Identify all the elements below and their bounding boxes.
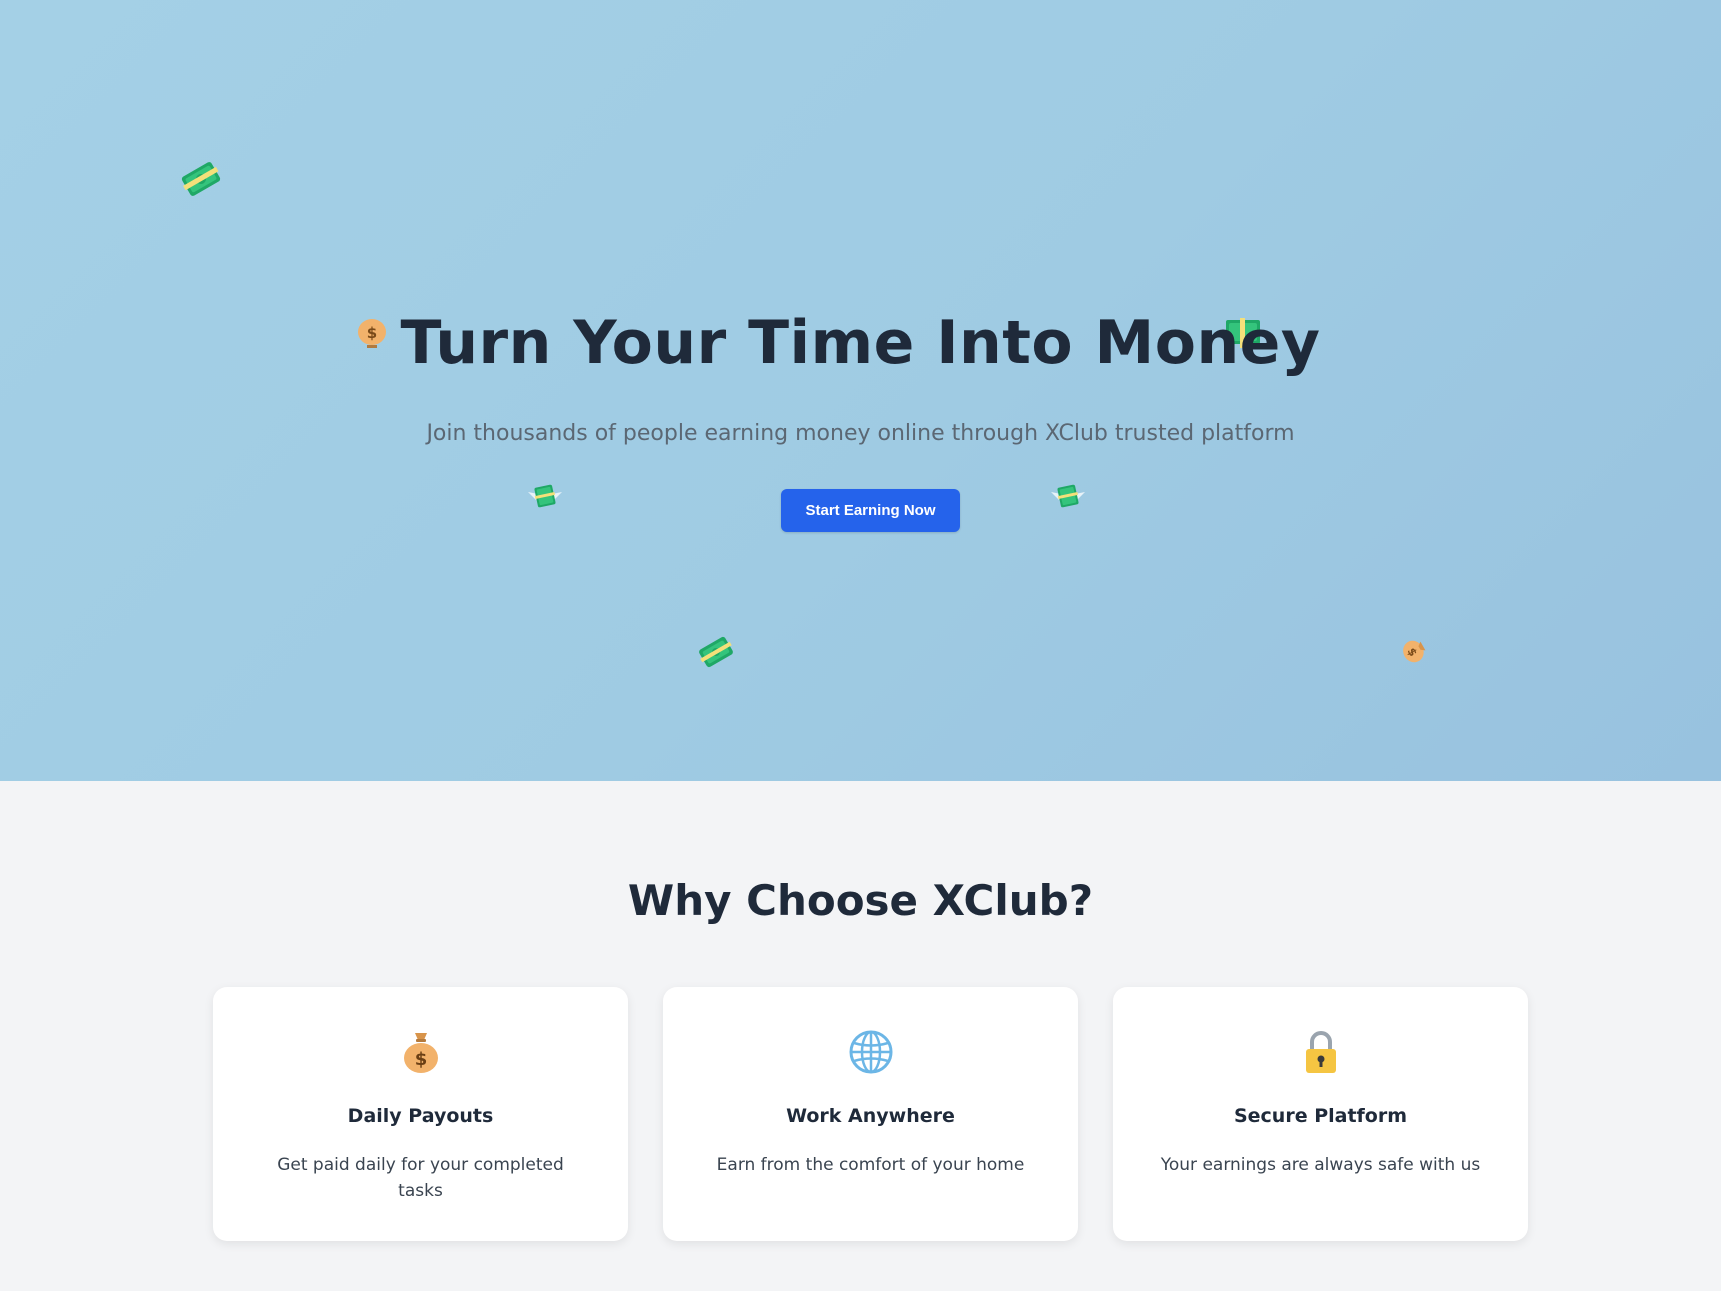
hero-subtitle: Join thousands of people earning money o… <box>426 421 1295 446</box>
feature-description: Earn from the comfort of your home <box>716 1155 1025 1175</box>
money-bill-icon <box>181 162 221 196</box>
money-bag-icon: $ <box>1403 640 1426 663</box>
hero-title: Turn Your Time Into Money <box>400 308 1321 378</box>
feature-card-work-anywhere: Work Anywhere Earn from the comfort of y… <box>663 987 1078 1241</box>
svg-text:$: $ <box>414 1049 427 1070</box>
hero-section: $ $ Turn Your Time Into Money Join thous… <box>0 0 1721 781</box>
money-bag-icon: $ <box>403 1033 438 1073</box>
feature-card-secure-platform: Secure Platform Your earnings are always… <box>1113 987 1528 1241</box>
feature-description: Your earnings are always safe with us <box>1160 1155 1481 1175</box>
globe-icon <box>849 1030 892 1074</box>
feature-card-daily-payouts: $ Daily Payouts Get paid daily for your … <box>213 987 628 1241</box>
features-title: Why Choose XClub? <box>627 876 1094 925</box>
feature-title: Secure Platform <box>1233 1105 1408 1127</box>
feature-description: Get paid daily for your completed tasks <box>277 1155 564 1201</box>
padlock-icon <box>1305 1031 1336 1073</box>
features-section: Why Choose XClub? $ Daily Payouts Get pa… <box>0 781 1721 1291</box>
feature-title: Work Anywhere <box>786 1105 955 1127</box>
feature-title: Daily Payouts <box>347 1105 494 1127</box>
money-bill-icon <box>699 636 733 668</box>
money-with-wings-icon <box>528 484 562 508</box>
start-earning-button[interactable]: Start Earning Now <box>781 489 960 532</box>
money-with-wings-icon <box>1051 484 1085 508</box>
